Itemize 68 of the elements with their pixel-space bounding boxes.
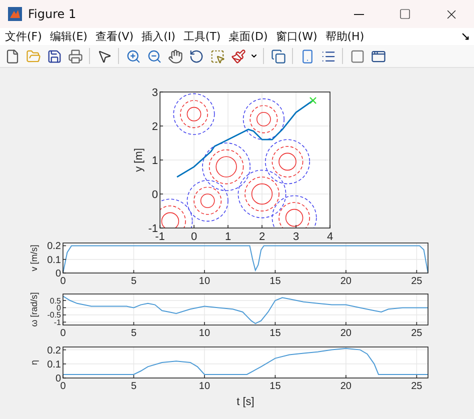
- tick-label: -1: [155, 231, 165, 243]
- tick-label: 5: [130, 276, 137, 287]
- tick-label: 20: [340, 276, 352, 287]
- tick-label: 0.1: [47, 254, 61, 266]
- window-title: Figure 1: [28, 7, 78, 21]
- tick-label: 2: [152, 120, 158, 133]
- tick-label: 0: [60, 276, 66, 287]
- link-plot-icon[interactable]: [269, 47, 287, 65]
- obstacle-rings: [160, 198, 193, 228]
- tick-label: 3: [292, 231, 300, 243]
- brush-icon[interactable]: [229, 47, 247, 65]
- tick-label: 0: [60, 328, 66, 339]
- tick-label: 0: [55, 268, 61, 280]
- menu-item[interactable]: 插入(I): [140, 29, 176, 44]
- tick-label: 10: [198, 328, 210, 339]
- hand-icon[interactable]: [166, 47, 184, 65]
- dropdown-caret-icon[interactable]: [250, 52, 258, 60]
- obstacle-rings: [186, 180, 228, 222]
- tick-label: 2: [258, 231, 266, 243]
- tick-label: 1: [152, 154, 158, 167]
- axis-label: η: [29, 360, 39, 365]
- tick-label: 25: [411, 381, 422, 392]
- axis-label: v [m/s]: [29, 244, 39, 272]
- tick-label: 20: [340, 381, 352, 392]
- obstacle-rings: [173, 93, 215, 135]
- tick-label: 0.2: [47, 241, 61, 252]
- maximize-icon: [399, 8, 411, 20]
- tick-label: 1: [224, 231, 232, 243]
- tick-label: 20: [340, 328, 352, 339]
- tick-label: 15: [270, 276, 281, 287]
- tick-label: 3: [152, 86, 158, 99]
- tick-label: -0.5: [47, 310, 61, 320]
- dock-arrow-icon[interactable]: [461, 32, 470, 41]
- tick-label: 25: [411, 328, 422, 339]
- tick-label: 0: [60, 381, 66, 392]
- menu-item[interactable]: 编辑(E): [48, 29, 88, 44]
- tick-label: 25: [411, 276, 422, 287]
- menu-item[interactable]: 查看(V): [94, 29, 135, 44]
- axis-label: y [m]: [133, 148, 145, 172]
- obstacle-rings: [202, 142, 250, 191]
- tick-label: 0: [190, 231, 198, 243]
- axis-label: t [s]: [236, 396, 254, 408]
- axis-label: ω [rad/s]: [29, 292, 39, 327]
- tick-label: 0.2: [47, 345, 61, 356]
- tick-label: -1: [148, 222, 158, 235]
- obstacle-rings: [242, 98, 284, 140]
- tick-label: 15: [270, 328, 281, 339]
- tick-label: 0.5: [50, 296, 61, 306]
- printer-icon[interactable]: [66, 47, 84, 65]
- tick-label: 4: [326, 231, 334, 243]
- tick-label: 0: [152, 188, 158, 201]
- tick-label: 5: [130, 381, 137, 392]
- tick-label: 10: [198, 381, 210, 392]
- menu-item[interactable]: 桌面(D): [228, 29, 269, 44]
- tick-label: 15: [270, 381, 281, 392]
- menu-item[interactable]: 帮助(H): [324, 29, 366, 44]
- tick-label: -1: [54, 318, 61, 327]
- app-logo-icon: [8, 7, 22, 21]
- goal-marker: [309, 96, 317, 104]
- tick-label: 10: [198, 276, 210, 287]
- menu-item[interactable]: 工具(T): [182, 29, 222, 44]
- menu-item[interactable]: 文件(F): [4, 29, 43, 44]
- menu-item[interactable]: 窗口(W): [274, 29, 318, 44]
- tick-label: 0: [55, 374, 61, 384]
- tick-label: 0: [56, 304, 61, 312]
- tick-label: 0.1: [47, 359, 61, 370]
- obstacle-rings: [265, 139, 310, 184]
- tick-label: 5: [130, 328, 137, 339]
